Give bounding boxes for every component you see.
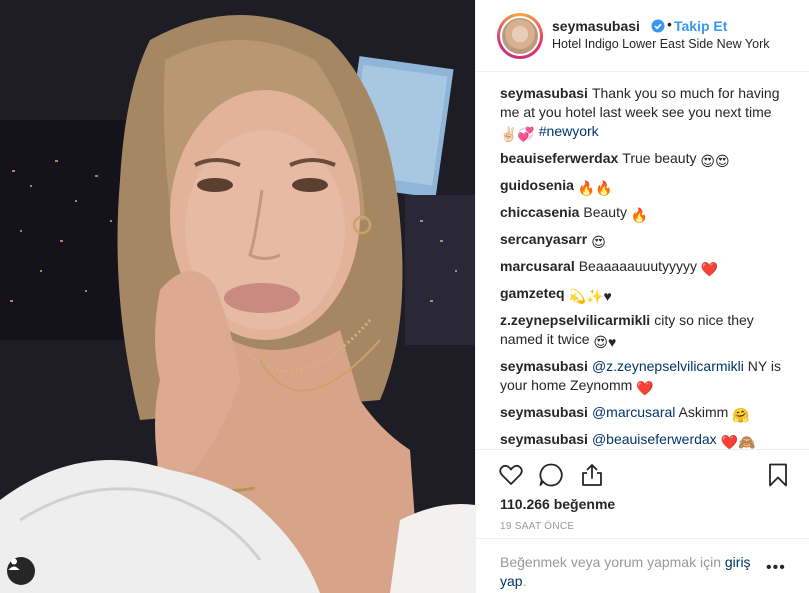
- comment-username[interactable]: beauiseferwerdax: [500, 150, 618, 166]
- comment-item: seymasubasi @z.zeynepselvilicarmikli NY i…: [500, 357, 796, 398]
- comment-emoji: 💫✨♥: [568, 288, 612, 304]
- location-link[interactable]: Hotel Indigo Lower East Side New York: [552, 37, 770, 51]
- comment-item: chiccasenia Beauty 🔥: [500, 203, 796, 225]
- verified-badge-icon: [651, 19, 665, 33]
- login-prompt: Beğenmek veya yorum yapmak için giriş ya…: [476, 538, 809, 593]
- comment-username[interactable]: seymasubasi: [500, 404, 588, 420]
- more-options-button[interactable]: •••: [766, 559, 786, 577]
- post-header: seymasubasi • Takip Et Hotel Indigo Lowe…: [476, 0, 809, 72]
- share-icon[interactable]: [579, 462, 605, 488]
- action-bar: [476, 458, 809, 492]
- avatar-image: [500, 16, 540, 56]
- comment-item: beauiseferwerdax True beauty 😍😍: [500, 149, 796, 171]
- comment-item: z.zeynepselvilicarmikli city so nice they…: [500, 311, 796, 352]
- post-sidebar: seymasubasi • Takip Et Hotel Indigo Lowe…: [475, 0, 809, 593]
- comment-username[interactable]: marcusaral: [500, 258, 575, 274]
- header-separator: •: [667, 16, 672, 32]
- comment-emoji: 🔥🔥: [577, 180, 613, 196]
- comment-username[interactable]: guidosenia: [500, 177, 574, 193]
- comment-text: Beaaaaauuutyyyyy: [578, 258, 698, 274]
- photo-scene: [0, 0, 475, 593]
- login-suffix: .: [522, 573, 527, 589]
- like-count[interactable]: 110.266 beğenme: [500, 496, 615, 512]
- user-tag-icon: [8, 558, 20, 570]
- comment-username[interactable]: seymasubasi: [500, 85, 588, 101]
- comment-item: seymasubasi Thank you so much for having …: [500, 84, 796, 144]
- comment-emoji: 😍😍: [700, 153, 730, 169]
- login-prompt-text: Beğenmek veya yorum yapmak için giriş ya…: [500, 553, 770, 591]
- follow-button[interactable]: Takip Et: [674, 18, 727, 34]
- comment-username[interactable]: z.zeynepselvilicarmikli: [500, 312, 650, 328]
- comment-emoji: 🤗: [732, 407, 750, 423]
- avatar[interactable]: [497, 13, 543, 59]
- comment-username[interactable]: chiccasenia: [500, 204, 579, 220]
- comment-emoji: ❤️: [700, 261, 719, 277]
- comment-hashtag[interactable]: #newyork: [539, 123, 599, 139]
- comment-emoji: 😍♥: [593, 334, 617, 350]
- comment-list[interactable]: seymasubasi Thank you so much for having …: [476, 73, 809, 450]
- user-tag-button[interactable]: [7, 557, 35, 585]
- post-timestamp[interactable]: 19 SAAT ÖNCE: [500, 521, 574, 532]
- comment-item: seymasubasi @marcusaral Askimm 🤗: [500, 403, 796, 425]
- comment-text: Askimm: [678, 404, 729, 420]
- heart-icon[interactable]: [498, 462, 524, 488]
- comment-emoji: 😍: [591, 234, 606, 250]
- bookmark-icon[interactable]: [765, 462, 791, 488]
- login-prompt-label: Beğenmek veya yorum yapmak için: [500, 554, 721, 570]
- post-photo[interactable]: [0, 0, 475, 593]
- comment-username[interactable]: sercanyasarr: [500, 231, 587, 247]
- comment-emoji: ❤️: [636, 380, 654, 396]
- comment-mention[interactable]: @marcusaral: [592, 404, 675, 420]
- comment-username[interactable]: seymasubasi: [500, 358, 588, 374]
- divider: [476, 449, 809, 450]
- comment-emoji: 🔥: [630, 207, 649, 223]
- comment-text: True beauty: [622, 150, 697, 166]
- comment-item: marcusaral Beaaaaauuutyyyyy ❤️: [500, 257, 796, 279]
- comment-item: seymasubasi @beauiseferwerdax ❤️🙈: [500, 430, 796, 450]
- comment-item: gamzeteq 💫✨♥: [500, 284, 796, 306]
- author-username[interactable]: seymasubasi: [552, 18, 640, 34]
- comment-mention[interactable]: @beauiseferwerdax: [592, 431, 717, 447]
- comment-mention[interactable]: @z.zeynepselvilicarmikli: [592, 358, 744, 374]
- comment-text: Beauty: [583, 204, 627, 220]
- comment-emoji: ✌🏻💞: [500, 126, 535, 142]
- comment-icon[interactable]: [538, 462, 564, 488]
- comment-username[interactable]: seymasubasi: [500, 431, 588, 447]
- comment-item: guidosenia 🔥🔥: [500, 176, 796, 198]
- comment-username[interactable]: gamzeteq: [500, 285, 565, 301]
- comment-item: sercanyasarr 😍: [500, 230, 796, 252]
- comment-emoji: ❤️🙈: [720, 434, 756, 450]
